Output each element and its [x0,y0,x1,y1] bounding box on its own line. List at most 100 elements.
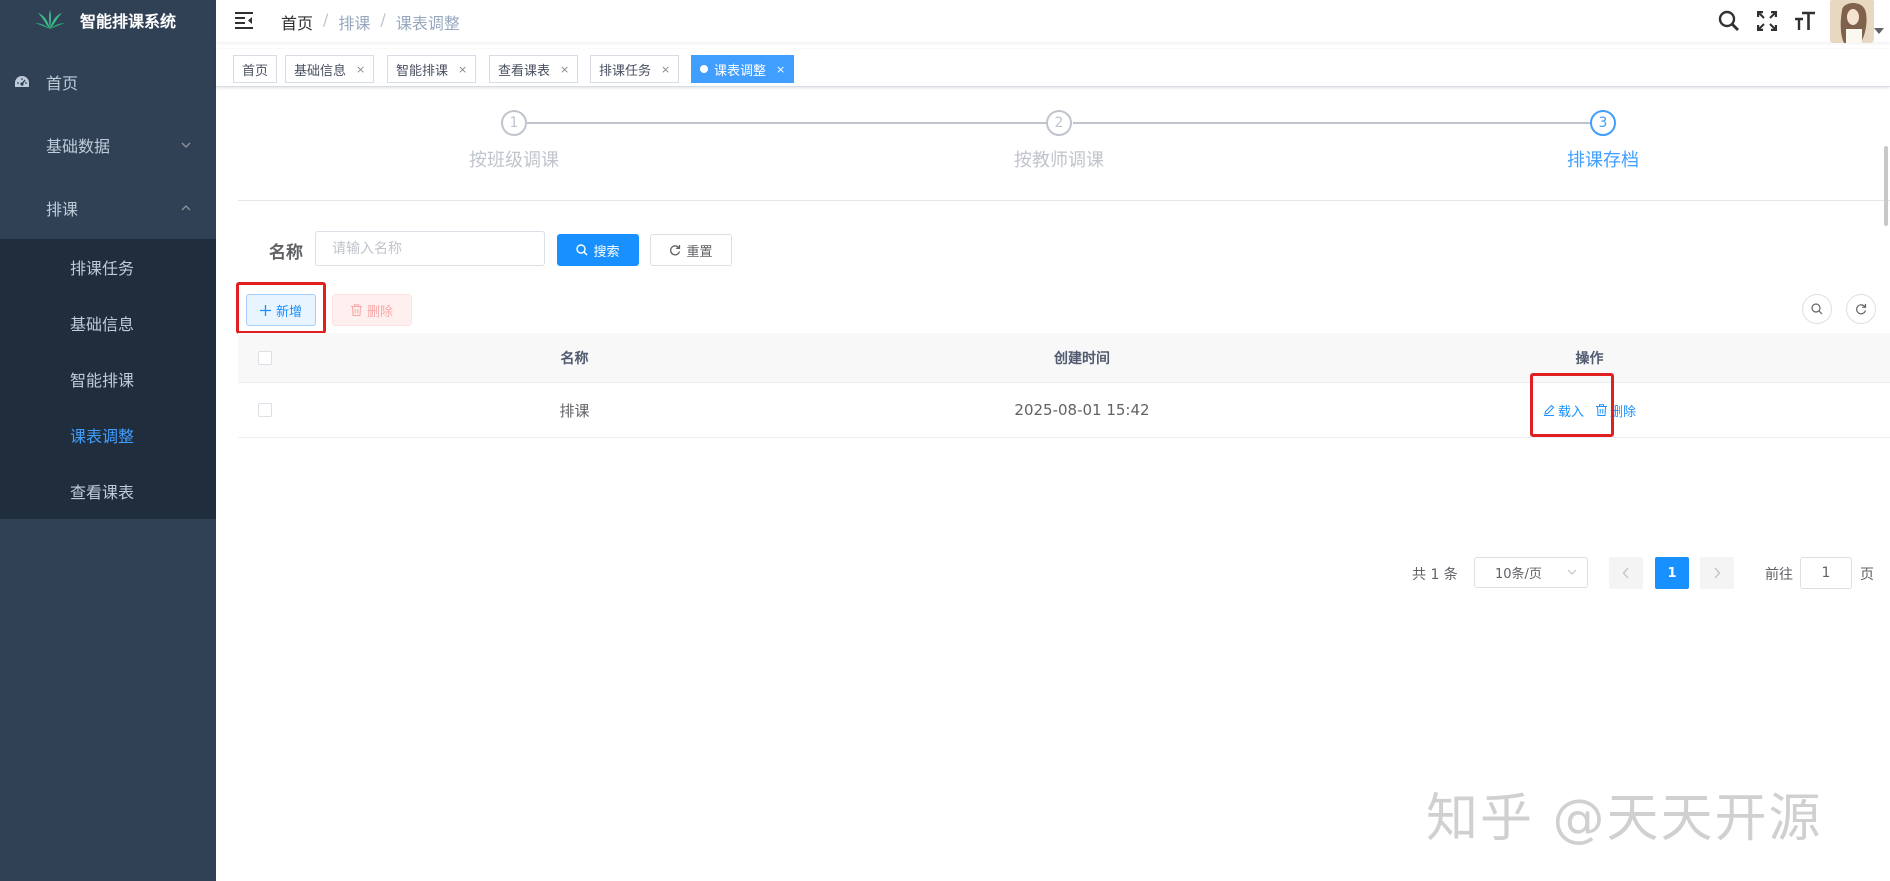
sidebar-item-basic-info[interactable]: 基础信息 [0,295,216,351]
refresh-icon [1856,304,1867,315]
chevron-down-icon [1567,569,1577,575]
avatar-dropdown[interactable] [1874,0,1886,42]
page-size-select[interactable]: 10条/页 [1474,557,1588,588]
sidebar: 智能排课系统 首页 基础数据 排课 排课任务 基础信息 智能排课 课表调整 查看… [0,0,216,881]
close-icon[interactable]: × [560,63,569,76]
search-icon [576,244,588,256]
dashboard-icon [15,75,29,87]
font-size-icon [1795,11,1815,30]
fullscreen-icon [1757,11,1777,31]
sidebar-item-smart-schedule[interactable]: 智能排课 [0,351,216,407]
font-size-button[interactable] [1786,0,1824,42]
delete-button-label: 删除 [366,304,393,320]
edit-icon [1543,404,1555,416]
row-checkbox-cell [238,403,292,417]
step-1-title: 按班级调课 [469,150,559,171]
tag-basic-info[interactable]: 基础信息 × [285,55,375,83]
reset-button[interactable]: 重置 [650,234,732,266]
scrollbar[interactable] [1884,146,1888,226]
search-button-label: 搜索 [593,244,620,260]
trash-icon [350,304,362,316]
prev-page-button[interactable] [1609,557,1643,589]
breadcrumb: 首页 / 排课 / 课表调整 [281,10,460,34]
avatar[interactable] [1830,0,1874,43]
delete-button[interactable]: 删除 [332,294,412,326]
breadcrumb-timetable-adjust: 课表调整 [395,14,460,33]
reset-button-label: 重置 [686,244,713,260]
sidebar-item-home[interactable]: 首页 [0,50,216,113]
name-label: 名称 [269,243,303,263]
search-icon [1718,10,1739,31]
add-button[interactable]: 新增 [246,294,316,326]
close-icon[interactable]: × [661,63,670,76]
step-3-title: 排课存档 [1567,150,1639,171]
sidebar-item-timetable-adjust[interactable]: 课表调整 [0,407,216,463]
watermark: 知乎 @天天开源 [1426,789,1823,849]
refresh-table-button[interactable] [1846,294,1876,324]
sidebar-item-basic-data[interactable]: 基础数据 [0,113,216,176]
toggle-search-button[interactable] [1802,294,1832,324]
page-number-current[interactable]: 1 [1655,557,1689,589]
step-1-icon: 1 [501,110,527,136]
load-link[interactable]: 载入 [1543,401,1584,420]
close-icon[interactable]: × [356,63,365,76]
add-button-label: 新增 [275,304,302,320]
chevron-right-icon [1714,567,1721,579]
close-icon[interactable]: × [458,63,467,76]
chevron-up-icon [181,204,191,210]
plus-icon [259,304,271,316]
tags-view: 首页 基础信息 × 智能排课 × 查看课表 × 排课任务 × 课表调整 × [216,49,1890,87]
divider [238,200,1890,201]
load-link-label: 载入 [1557,404,1584,420]
name-search-input[interactable] [315,231,545,266]
sidebar-item-label: 排课 [46,199,79,219]
logo: 智能排课系统 [0,0,216,40]
sidebar-item-label: 基础数据 [46,136,111,156]
table-header: 名称 创建时间 操作 [238,333,1890,383]
app-title: 智能排课系统 [80,12,177,31]
tag-smart-schedule[interactable]: 智能排课 × [387,55,477,83]
step-connector [1073,122,1590,124]
fullscreen-button[interactable] [1748,0,1786,42]
search-icon [1811,303,1823,315]
step-2-title: 按教师调课 [1014,150,1104,171]
submenu-scheduling: 排课任务 基础信息 智能排课 课表调整 查看课表 [0,239,216,519]
pagination-total: 共 1 条 [1412,567,1458,583]
table-row: 排课 2025-08-01 15:42 载入 删除 [238,383,1890,438]
sidebar-item-label: 首页 [46,73,79,93]
header-checkbox-cell [238,350,292,365]
goto-page-input[interactable] [1800,557,1852,589]
logo-icon [35,10,65,29]
sidebar-item-view-timetable[interactable]: 查看课表 [0,463,216,519]
tag-home[interactable]: 首页 [233,55,278,83]
row-delete-label: 删除 [1610,404,1637,420]
breadcrumb-separator: / [380,10,386,29]
tag-label: 智能排课 [396,63,449,79]
close-icon[interactable]: × [776,63,785,76]
sidebar-item-schedule-task[interactable]: 排课任务 [0,239,216,295]
column-header-created: 创建时间 [1054,350,1110,367]
breadcrumb-home[interactable]: 首页 [281,10,313,34]
sidebar-item-scheduling[interactable]: 排课 [0,176,216,239]
tag-label: 排课任务 [599,63,652,79]
select-all-checkbox[interactable] [258,350,272,365]
tag-schedule-task[interactable]: 排课任务 × [590,55,680,83]
hamburger-icon[interactable] [234,10,254,30]
tag-label: 基础信息 [294,63,347,79]
column-header-name: 名称 [560,350,589,367]
tag-timetable-adjust[interactable]: 课表调整 × [691,55,795,83]
row-checkbox[interactable] [258,403,272,417]
goto-label: 前往 [1765,567,1793,583]
step-3-icon: 3 [1590,110,1616,136]
next-page-button[interactable] [1700,557,1734,589]
tag-label: 课表调整 [714,63,767,79]
tag-label: 查看课表 [498,63,551,79]
tag-label: 首页 [242,63,269,79]
main-content: 1 2 3 按班级调课 按教师调课 排课存档 名称 搜索 重置 新增 删除 [216,88,1890,881]
tag-view-timetable[interactable]: 查看课表 × [489,55,579,83]
active-dot [700,65,708,73]
header-search-button[interactable] [1710,0,1748,42]
search-button[interactable]: 搜索 [557,234,639,266]
page-suffix: 页 [1860,567,1874,583]
row-delete-link[interactable]: 删除 [1596,401,1636,420]
